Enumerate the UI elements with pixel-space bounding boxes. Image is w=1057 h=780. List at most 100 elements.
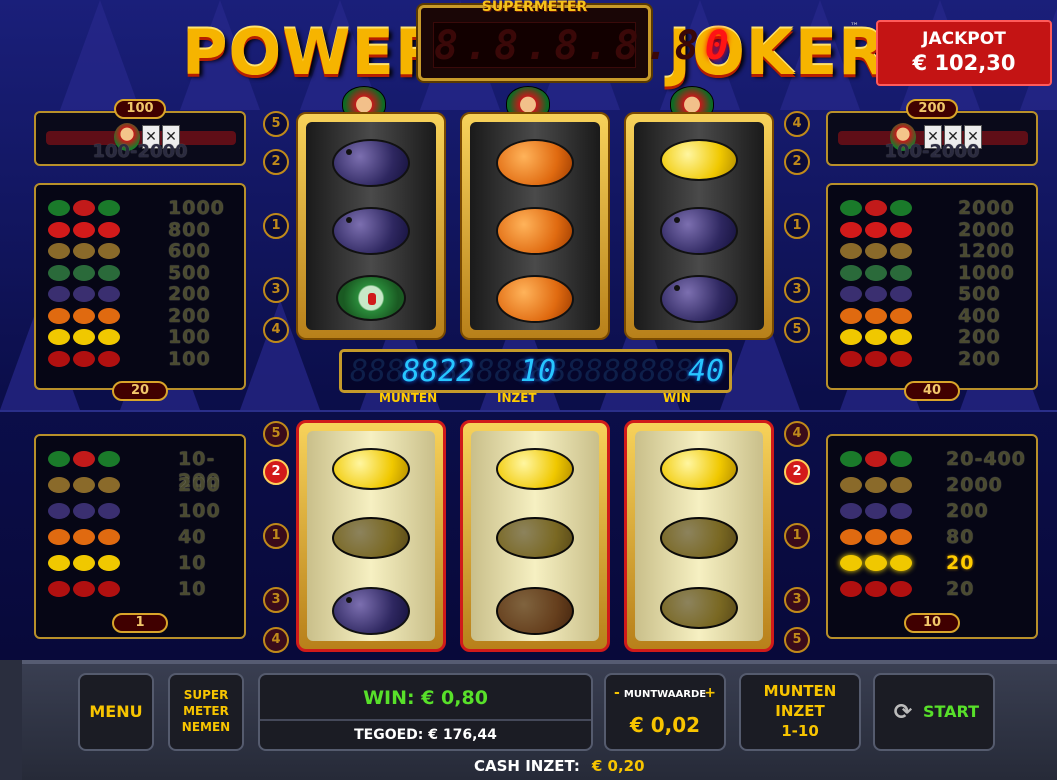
oranges-symbol-icon: [840, 305, 915, 327]
left-paytable-badge: 20: [112, 381, 168, 401]
payout-value: 10: [178, 578, 207, 600]
orange-symbol-icon: [496, 274, 574, 323]
paytable-row: 100: [48, 348, 248, 370]
paytable-row: 100: [48, 500, 248, 522]
lemon-symbol-icon: [496, 517, 574, 560]
control-bar-edge: [0, 660, 22, 780]
payout-value: 100: [178, 500, 221, 522]
paytable-row: 600: [48, 240, 248, 262]
right-combo-badge: 200: [906, 99, 958, 119]
plum-symbol-icon: [660, 274, 738, 323]
paytable-row: 40: [48, 526, 248, 548]
lemons-symbol-icon: [48, 552, 123, 574]
payline-number: 2: [784, 459, 810, 485]
paytable-row: 200: [48, 474, 248, 496]
balance-amount: TEGOED: € 176,44: [354, 727, 497, 743]
payout-value: 20: [946, 578, 975, 600]
left-combo-range: 100-2000: [92, 141, 188, 162]
paytable-row: 1000: [840, 262, 1040, 284]
paytable-row: 20: [840, 552, 1040, 574]
coins-bet-button[interactable]: MUNTEN INZET 1-10: [739, 673, 861, 751]
lemon-symbol-icon: [496, 448, 574, 491]
plum-symbol-icon: [660, 206, 738, 255]
plum-symbol-icon: [332, 586, 410, 635]
paytable-row: 500: [48, 262, 248, 284]
supermeter-display: SUPERMETER 8.8.8.8.80: [418, 0, 729, 81]
reel-window: [307, 431, 435, 641]
payline-number: 4: [784, 111, 810, 137]
payout-value: 400: [958, 304, 1001, 327]
coin-value-plus-button[interactable]: +: [704, 685, 716, 701]
payline-number: 2: [263, 459, 289, 485]
super-meter-nemen-button[interactable]: SUPER METER NEMEN: [168, 673, 244, 751]
payline-number: 1: [263, 523, 289, 549]
coins-bet-line: INZET: [775, 702, 825, 720]
paytable-row: 10-200: [48, 448, 248, 492]
reel-window: [306, 122, 436, 330]
lemon-symbol-icon: [332, 517, 410, 560]
lemon-symbol-icon: [660, 586, 738, 629]
cherries-symbol-icon: [48, 578, 123, 600]
top-reel-3: [624, 112, 774, 340]
lemons-symbol-icon: [840, 552, 915, 574]
melon-symbol-icon: [336, 274, 406, 321]
lemon-symbol-icon: [660, 138, 738, 181]
lemons-symbol-icon: [840, 326, 915, 348]
start-button[interactable]: ⟳ START: [873, 673, 995, 751]
paytable-row: 20-400: [840, 448, 1040, 470]
paytable-row: 2000: [840, 474, 1040, 496]
payline-number: 3: [784, 277, 810, 303]
orange-symbol-icon: [496, 138, 574, 187]
super-meter-line: NEMEN: [181, 720, 231, 734]
paytable-row: 200: [840, 326, 1040, 348]
jackpot-box: JACKPOT € 102,30: [876, 20, 1052, 86]
super-meter-line: METER: [183, 704, 229, 718]
sevens-symbol-icon: [48, 219, 123, 241]
right-combo-range: 100-2000: [884, 141, 980, 162]
payout-value: 200: [178, 474, 221, 496]
coin-value: € 0,02: [629, 713, 701, 737]
reel-window: [634, 122, 764, 330]
bells-symbol-icon: [840, 240, 915, 262]
inzet-value: 10: [520, 354, 557, 389]
payout-value: 2000: [958, 218, 1015, 241]
lemon-symbol-icon: [332, 448, 410, 491]
win-value: 40: [688, 354, 725, 389]
jokers-symbol-icon: [840, 448, 915, 470]
munten-label: MUNTEN: [379, 391, 438, 405]
payline-number: 5: [784, 627, 810, 653]
supermeter-ghost-digits: 8.8.8.8.8: [434, 23, 705, 69]
left-combo-badge: 100: [114, 99, 166, 119]
inzet-label: INZET: [497, 391, 537, 405]
payout-value: 10: [178, 552, 207, 574]
paytable-row: 20: [840, 578, 1040, 600]
payline-number: 5: [263, 111, 289, 137]
paytable-row: 80: [840, 526, 1040, 548]
paytable-row: 500: [840, 283, 1040, 305]
payout-value: 40: [178, 526, 207, 548]
right-combo-header: 200 ✕ ✕ ✕ 100-2000: [826, 99, 1038, 166]
coins-bet-line: 1-10: [781, 722, 819, 740]
payline-number: 2: [263, 149, 289, 175]
bot-reel-1: [296, 420, 446, 652]
cash-bet: CASH INZET: € 0,20: [474, 757, 645, 775]
autoplay-spin-icon[interactable]: ⟳: [889, 676, 917, 750]
payline-number: 5: [784, 317, 810, 343]
payline-number: 2: [784, 149, 810, 175]
payout-value: 2000: [946, 474, 1003, 496]
super-meter-line: SUPER: [183, 688, 229, 702]
payout-value: 80: [946, 526, 975, 548]
paytable-row: 200: [840, 348, 1040, 370]
menu-button[interactable]: MENU: [78, 673, 154, 751]
coin-value-box: - MUNTWAARDE + € 0,02: [604, 673, 726, 751]
payout-value: 800: [168, 218, 211, 241]
paytable-row: 1200: [840, 240, 1040, 262]
win-balance-box: WIN: € 0,80 TEGOED: € 176,44: [258, 673, 593, 751]
bot-reel-2: [460, 420, 610, 652]
cherries-symbol-icon: [840, 348, 915, 370]
coins-bet-line: MUNTEN: [763, 682, 837, 700]
payline-number: 4: [263, 317, 289, 343]
payline-number: 1: [784, 523, 810, 549]
plums-symbol-icon: [840, 500, 915, 522]
plums-symbol-icon: [48, 500, 123, 522]
